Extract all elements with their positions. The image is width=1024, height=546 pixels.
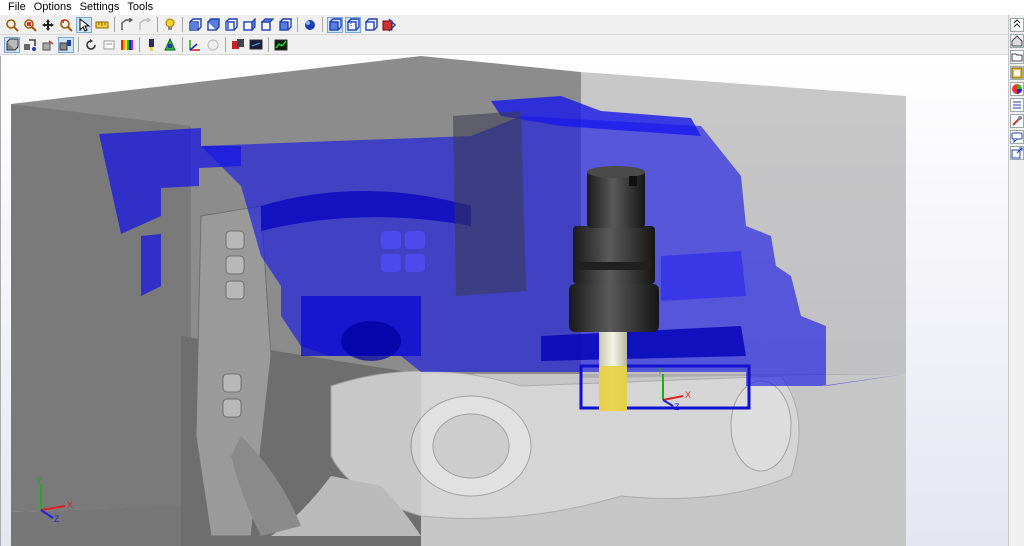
view-iso-icon[interactable] (277, 17, 293, 33)
monitor-icon[interactable] (248, 37, 264, 53)
view-back-icon[interactable] (205, 17, 221, 33)
tool-triad-x-label: X (685, 390, 691, 400)
toolbar-separator (157, 17, 158, 32)
home-icon[interactable] (1009, 34, 1024, 48)
toolbar-separator (182, 17, 183, 32)
folder-icon[interactable] (1009, 50, 1024, 64)
tool-icon[interactable] (58, 36, 74, 53)
toolbar-separator (182, 37, 183, 52)
toolbar-secondary (0, 35, 1008, 55)
select-arrow-icon[interactable] (76, 16, 92, 33)
corner-triad-y-label: Y (36, 476, 42, 486)
menu-file[interactable]: File (4, 0, 30, 15)
machining-scene: Y X Z Y X Z (1, 56, 1008, 546)
chat-icon[interactable] (1009, 130, 1024, 144)
hidden-line-icon[interactable] (345, 16, 361, 33)
rotate-icon[interactable] (58, 17, 74, 33)
export-icon[interactable] (1009, 146, 1024, 160)
part-icon[interactable] (40, 37, 56, 53)
right-sidebar (1008, 15, 1024, 546)
check-icon[interactable] (205, 37, 221, 53)
color-map-icon[interactable] (119, 37, 135, 53)
view-iso-2-icon[interactable] (363, 17, 379, 33)
shaded-icon[interactable] (302, 17, 318, 33)
toolbar-separator (268, 37, 269, 52)
color-wheel-icon[interactable] (1009, 82, 1024, 96)
corner-triad-z-label: Z (54, 514, 60, 524)
section-icon[interactable] (381, 17, 397, 33)
menu-bar: File Options Settings Tools (0, 0, 1024, 15)
toolbar-separator (78, 37, 79, 52)
stop-icon[interactable] (230, 37, 246, 53)
collapse-icon[interactable] (1009, 18, 1024, 32)
measure-icon[interactable] (94, 17, 110, 33)
corner-triad-x-label: X (67, 500, 73, 510)
zoom-window-icon[interactable] (22, 17, 38, 33)
menu-options[interactable]: Options (30, 0, 76, 15)
3d-viewport[interactable]: Y X Z Y X Z (0, 56, 1008, 546)
zoom-icon[interactable] (4, 17, 20, 33)
view-previous-icon[interactable] (137, 17, 153, 33)
settings-panel-icon[interactable] (1009, 66, 1024, 80)
wireframe-icon[interactable] (327, 16, 343, 33)
axis-icon[interactable] (187, 37, 203, 53)
tool-path-icon[interactable] (144, 37, 160, 53)
machine-icon[interactable] (162, 37, 178, 53)
tool-library-icon[interactable] (1009, 114, 1024, 128)
menu-settings[interactable]: Settings (76, 0, 124, 15)
fixture-icon[interactable] (22, 37, 38, 53)
tool-triad-y-label: Y (657, 366, 663, 376)
history-icon[interactable] (101, 37, 117, 53)
clamp-bar (453, 111, 526, 296)
view-fit-icon[interactable] (119, 17, 135, 33)
toolbar-separator (322, 17, 323, 32)
light-bulb-icon[interactable] (162, 17, 178, 33)
tool-triad-z-label: Z (674, 402, 680, 412)
toolbar-separator (297, 17, 298, 32)
view-right-icon[interactable] (241, 17, 257, 33)
toolbar-separator (225, 37, 226, 52)
view-top-icon[interactable] (259, 17, 275, 33)
reset-icon[interactable] (83, 37, 99, 53)
list-icon[interactable] (1009, 98, 1024, 112)
stock-icon[interactable] (4, 36, 20, 53)
toolbar-separator (139, 37, 140, 52)
view-front-icon[interactable] (187, 17, 203, 33)
menu-tools[interactable]: Tools (123, 0, 157, 15)
pan-icon[interactable] (40, 17, 56, 33)
view-left-icon[interactable] (223, 17, 239, 33)
toolbar-primary (0, 15, 1008, 35)
graph-icon[interactable] (273, 37, 289, 53)
toolbar-separator (114, 17, 115, 32)
